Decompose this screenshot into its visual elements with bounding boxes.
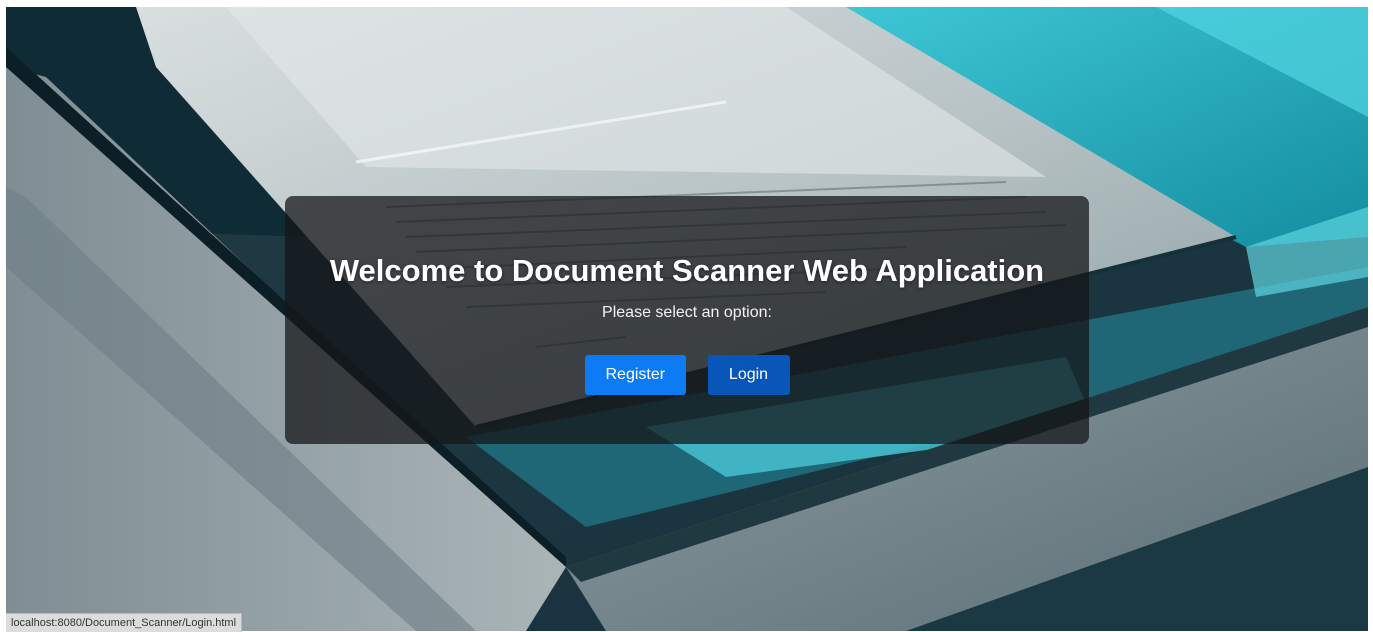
register-button[interactable]: Register	[584, 355, 686, 395]
login-button[interactable]: Login	[707, 355, 790, 395]
select-option-prompt: Please select an option:	[602, 304, 772, 321]
welcome-panel: Welcome to Document Scanner Web Applicat…	[285, 196, 1089, 444]
browser-status-url: localhost:8080/Document_Scanner/Login.ht…	[6, 613, 243, 632]
page-title: Welcome to Document Scanner Web Applicat…	[329, 253, 1045, 288]
page-background: Welcome to Document Scanner Web Applicat…	[6, 7, 1368, 631]
action-buttons: Register Login	[285, 355, 1089, 395]
